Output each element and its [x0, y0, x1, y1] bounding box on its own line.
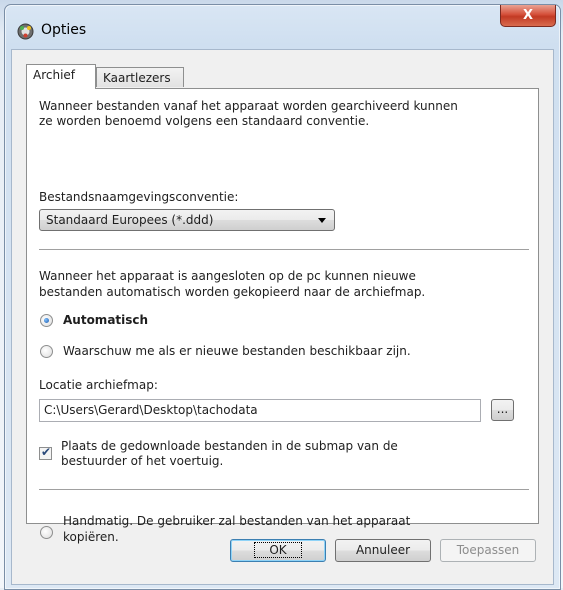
connect-text-line1: Wanneer het apparaat is aangesloten op d… — [39, 269, 416, 283]
location-value: C:\Users\Gerard\Desktop\tachodata — [44, 403, 258, 417]
title-bar[interactable]: Opties X — [5, 5, 560, 49]
intro-text-line1: Wanneer bestanden vanaf het apparaat wor… — [39, 99, 458, 113]
separator — [39, 249, 529, 251]
radio-waarschuw[interactable] — [40, 345, 53, 358]
tab-archief[interactable]: Archief — [26, 64, 96, 89]
tab-kaartlezers-label: Kaartlezers — [103, 71, 171, 85]
apply-button[interactable]: Toepassen — [440, 539, 536, 562]
radio-automatisch-label[interactable]: Automatisch — [63, 313, 148, 328]
options-dialog: Opties X Archief Kaartlezers Wanneer bes… — [4, 4, 561, 590]
submap-label-line2[interactable]: bestuurder of het voertuig. — [61, 454, 223, 469]
close-button[interactable]: X — [500, 5, 556, 27]
browse-button[interactable]: ... — [491, 399, 514, 421]
location-label: Locatie archiefmap: — [39, 378, 158, 392]
window-title: Opties — [41, 22, 87, 38]
ok-button[interactable]: OK — [230, 539, 326, 562]
chevron-down-icon — [318, 218, 326, 223]
separator — [39, 489, 529, 491]
app-icon — [17, 23, 34, 40]
submap-label-line1[interactable]: Plaats de gedownloade bestanden in de su… — [61, 439, 398, 454]
submap-checkbox[interactable]: ✔ — [39, 445, 52, 460]
browse-label: ... — [496, 402, 509, 416]
location-input[interactable]: C:\Users\Gerard\Desktop\tachodata — [39, 399, 481, 422]
naming-convention-label: Bestandsnaamgevingsconventie: — [39, 190, 239, 204]
connect-text-line2: bestanden automatisch worden gekopieerd … — [39, 285, 426, 299]
archief-panel: Wanneer bestanden vanaf het apparaat wor… — [26, 88, 539, 544]
radio-automatisch[interactable] — [40, 314, 53, 327]
radio-handmatig-label-line2[interactable]: kopiëren. — [63, 530, 119, 545]
naming-convention-select[interactable]: Standaard Europees (*.ddd) — [39, 209, 335, 231]
checkmark-icon: ✔ — [41, 445, 52, 459]
tab-archief-label: Archief — [33, 68, 76, 82]
cancel-button-label: Annuleer — [355, 543, 411, 557]
close-icon: X — [522, 8, 534, 23]
cancel-button[interactable]: Annuleer — [335, 539, 431, 562]
ok-button-label: OK — [254, 542, 302, 558]
apply-button-label: Toepassen — [456, 543, 520, 557]
radio-handmatig[interactable] — [40, 526, 53, 539]
intro-text-line2: ze worden benoemd volgens een standaard … — [39, 114, 370, 128]
radio-handmatig-label-line1[interactable]: Handmatig. De gebruiker zal bestanden va… — [63, 514, 410, 529]
radio-waarschuw-label[interactable]: Waarschuw me als er nieuwe bestanden bes… — [63, 344, 411, 359]
dialog-client-area: Archief Kaartlezers Wanneer bestanden va… — [11, 49, 554, 585]
naming-convention-value: Standaard Europees (*.ddd) — [46, 213, 214, 227]
tab-kaartlezers[interactable]: Kaartlezers — [96, 67, 184, 87]
